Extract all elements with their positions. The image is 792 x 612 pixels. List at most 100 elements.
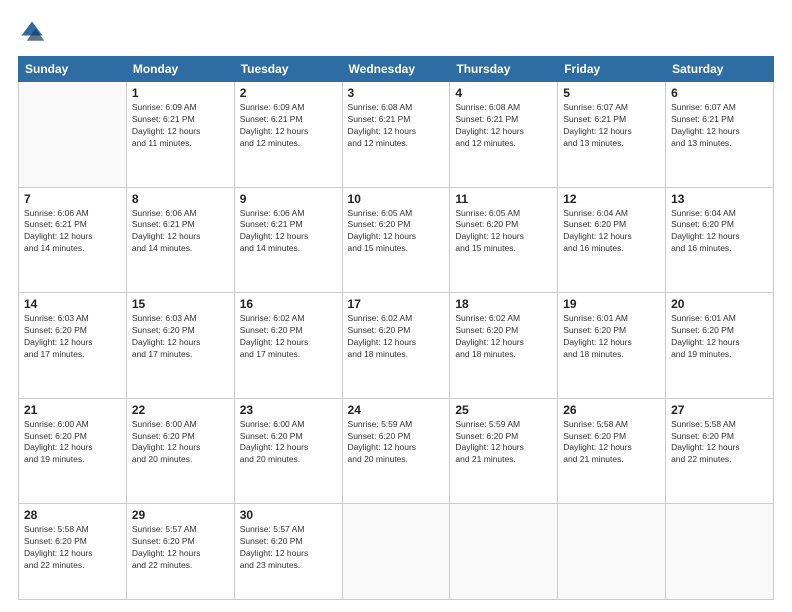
calendar-cell: 26 Sunrise: 5:58 AM Sunset: 6:20 PM Dayli… — [558, 398, 666, 504]
header-cell-tuesday: Tuesday — [234, 57, 342, 82]
page: SundayMondayTuesdayWednesdayThursdayFrid… — [0, 0, 792, 612]
day-info: Sunrise: 5:59 AM Sunset: 6:20 PM Dayligh… — [348, 419, 445, 467]
calendar-cell: 12 Sunrise: 6:04 AM Sunset: 6:20 PM Dayli… — [558, 187, 666, 293]
day-info: Sunrise: 5:58 AM Sunset: 6:20 PM Dayligh… — [563, 419, 660, 467]
week-row-3: 21 Sunrise: 6:00 AM Sunset: 6:20 PM Dayli… — [19, 398, 774, 504]
calendar-cell — [450, 504, 558, 600]
calendar-cell — [342, 504, 450, 600]
day-info: Sunrise: 6:09 AM Sunset: 6:21 PM Dayligh… — [240, 102, 337, 150]
day-number: 21 — [24, 403, 121, 417]
day-number: 29 — [132, 508, 229, 522]
day-number: 19 — [563, 297, 660, 311]
header-cell-friday: Friday — [558, 57, 666, 82]
calendar-cell: 5 Sunrise: 6:07 AM Sunset: 6:21 PM Daylig… — [558, 82, 666, 188]
header-row: SundayMondayTuesdayWednesdayThursdayFrid… — [19, 57, 774, 82]
day-number: 14 — [24, 297, 121, 311]
calendar-cell: 7 Sunrise: 6:06 AM Sunset: 6:21 PM Daylig… — [19, 187, 127, 293]
day-number: 30 — [240, 508, 337, 522]
calendar-cell: 13 Sunrise: 6:04 AM Sunset: 6:20 PM Dayli… — [666, 187, 774, 293]
day-number: 2 — [240, 86, 337, 100]
day-number: 5 — [563, 86, 660, 100]
calendar-cell: 4Sunrise: 6:08 AM Sunset: 6:21 PM Daylig… — [450, 82, 558, 188]
day-info: Sunrise: 6:04 AM Sunset: 6:20 PM Dayligh… — [671, 208, 768, 256]
logo-icon — [18, 18, 46, 46]
day-number: 18 — [455, 297, 552, 311]
calendar-cell — [666, 504, 774, 600]
day-info: Sunrise: 6:01 AM Sunset: 6:20 PM Dayligh… — [671, 313, 768, 361]
header-cell-wednesday: Wednesday — [342, 57, 450, 82]
day-info: Sunrise: 6:02 AM Sunset: 6:20 PM Dayligh… — [348, 313, 445, 361]
week-row-4: 28 Sunrise: 5:58 AM Sunset: 6:20 PM Dayli… — [19, 504, 774, 600]
day-number: 7 — [24, 192, 121, 206]
day-number: 4 — [455, 86, 552, 100]
day-info: Sunrise: 6:02 AM Sunset: 6:20 PM Dayligh… — [240, 313, 337, 361]
week-row-2: 14 Sunrise: 6:03 AM Sunset: 6:20 PM Dayli… — [19, 293, 774, 399]
calendar-cell: 27Sunrise: 5:58 AM Sunset: 6:20 PM Dayli… — [666, 398, 774, 504]
calendar-cell: 29 Sunrise: 5:57 AM Sunset: 6:20 PM Dayli… — [126, 504, 234, 600]
calendar-cell: 23 Sunrise: 6:00 AM Sunset: 6:20 PM Dayli… — [234, 398, 342, 504]
calendar-cell: 20 Sunrise: 6:01 AM Sunset: 6:20 PM Dayli… — [666, 293, 774, 399]
day-number: 6 — [671, 86, 768, 100]
day-info: Sunrise: 6:00 AM Sunset: 6:20 PM Dayligh… — [24, 419, 121, 467]
day-info: Sunrise: 5:57 AM Sunset: 6:20 PM Dayligh… — [132, 524, 229, 572]
calendar-cell: 21 Sunrise: 6:00 AM Sunset: 6:20 PM Dayli… — [19, 398, 127, 504]
day-number: 13 — [671, 192, 768, 206]
calendar-cell: 16 Sunrise: 6:02 AM Sunset: 6:20 PM Dayli… — [234, 293, 342, 399]
day-info: Sunrise: 6:00 AM Sunset: 6:20 PM Dayligh… — [240, 419, 337, 467]
day-number: 23 — [240, 403, 337, 417]
week-row-0: 1 Sunrise: 6:09 AM Sunset: 6:21 PM Daylig… — [19, 82, 774, 188]
calendar-cell: 8Sunrise: 6:06 AM Sunset: 6:21 PM Daylig… — [126, 187, 234, 293]
calendar-cell: 25 Sunrise: 5:59 AM Sunset: 6:20 PM Dayli… — [450, 398, 558, 504]
week-row-1: 7 Sunrise: 6:06 AM Sunset: 6:21 PM Daylig… — [19, 187, 774, 293]
day-info: Sunrise: 6:03 AM Sunset: 6:20 PM Dayligh… — [132, 313, 229, 361]
day-number: 28 — [24, 508, 121, 522]
calendar-cell: 30 Sunrise: 5:57 AM Sunset: 6:20 PM Dayli… — [234, 504, 342, 600]
day-number: 10 — [348, 192, 445, 206]
day-info: Sunrise: 5:57 AM Sunset: 6:20 PM Dayligh… — [240, 524, 337, 572]
header-cell-monday: Monday — [126, 57, 234, 82]
day-info: Sunrise: 6:06 AM Sunset: 6:21 PM Dayligh… — [24, 208, 121, 256]
day-info: Sunrise: 6:07 AM Sunset: 6:21 PM Dayligh… — [671, 102, 768, 150]
day-number: 11 — [455, 192, 552, 206]
calendar-cell: 17Sunrise: 6:02 AM Sunset: 6:20 PM Dayli… — [342, 293, 450, 399]
day-info: Sunrise: 6:06 AM Sunset: 6:21 PM Dayligh… — [240, 208, 337, 256]
day-number: 12 — [563, 192, 660, 206]
calendar-cell: 1Sunrise: 6:09 AM Sunset: 6:21 PM Daylig… — [126, 82, 234, 188]
day-info: Sunrise: 6:04 AM Sunset: 6:20 PM Dayligh… — [563, 208, 660, 256]
day-number: 27 — [671, 403, 768, 417]
day-info: Sunrise: 5:59 AM Sunset: 6:20 PM Dayligh… — [455, 419, 552, 467]
logo — [18, 18, 50, 46]
calendar-cell: 14 Sunrise: 6:03 AM Sunset: 6:20 PM Dayli… — [19, 293, 127, 399]
calendar-cell: 19Sunrise: 6:01 AM Sunset: 6:20 PM Dayli… — [558, 293, 666, 399]
day-number: 22 — [132, 403, 229, 417]
day-number: 25 — [455, 403, 552, 417]
header-cell-sunday: Sunday — [19, 57, 127, 82]
day-info: Sunrise: 6:05 AM Sunset: 6:20 PM Dayligh… — [455, 208, 552, 256]
calendar-cell: 28 Sunrise: 5:58 AM Sunset: 6:20 PM Dayli… — [19, 504, 127, 600]
calendar-cell: 10Sunrise: 6:05 AM Sunset: 6:20 PM Dayli… — [342, 187, 450, 293]
header — [18, 18, 774, 46]
day-number: 15 — [132, 297, 229, 311]
header-cell-saturday: Saturday — [666, 57, 774, 82]
day-info: Sunrise: 6:00 AM Sunset: 6:20 PM Dayligh… — [132, 419, 229, 467]
day-info: Sunrise: 6:07 AM Sunset: 6:21 PM Dayligh… — [563, 102, 660, 150]
header-cell-thursday: Thursday — [450, 57, 558, 82]
calendar-cell: 22 Sunrise: 6:00 AM Sunset: 6:20 PM Dayli… — [126, 398, 234, 504]
calendar-cell: 9Sunrise: 6:06 AM Sunset: 6:21 PM Daylig… — [234, 187, 342, 293]
calendar-cell: 2 Sunrise: 6:09 AM Sunset: 6:21 PM Daylig… — [234, 82, 342, 188]
day-number: 20 — [671, 297, 768, 311]
day-info: Sunrise: 5:58 AM Sunset: 6:20 PM Dayligh… — [24, 524, 121, 572]
day-number: 1 — [132, 86, 229, 100]
day-info: Sunrise: 6:02 AM Sunset: 6:20 PM Dayligh… — [455, 313, 552, 361]
calendar-cell: 18 Sunrise: 6:02 AM Sunset: 6:20 PM Dayli… — [450, 293, 558, 399]
day-info: Sunrise: 6:03 AM Sunset: 6:20 PM Dayligh… — [24, 313, 121, 361]
calendar-cell: 3Sunrise: 6:08 AM Sunset: 6:21 PM Daylig… — [342, 82, 450, 188]
day-number: 24 — [348, 403, 445, 417]
calendar-table: SundayMondayTuesdayWednesdayThursdayFrid… — [18, 56, 774, 600]
calendar-cell — [558, 504, 666, 600]
day-number: 26 — [563, 403, 660, 417]
day-number: 16 — [240, 297, 337, 311]
day-number: 8 — [132, 192, 229, 206]
calendar-cell: 15 Sunrise: 6:03 AM Sunset: 6:20 PM Dayli… — [126, 293, 234, 399]
calendar-cell — [19, 82, 127, 188]
